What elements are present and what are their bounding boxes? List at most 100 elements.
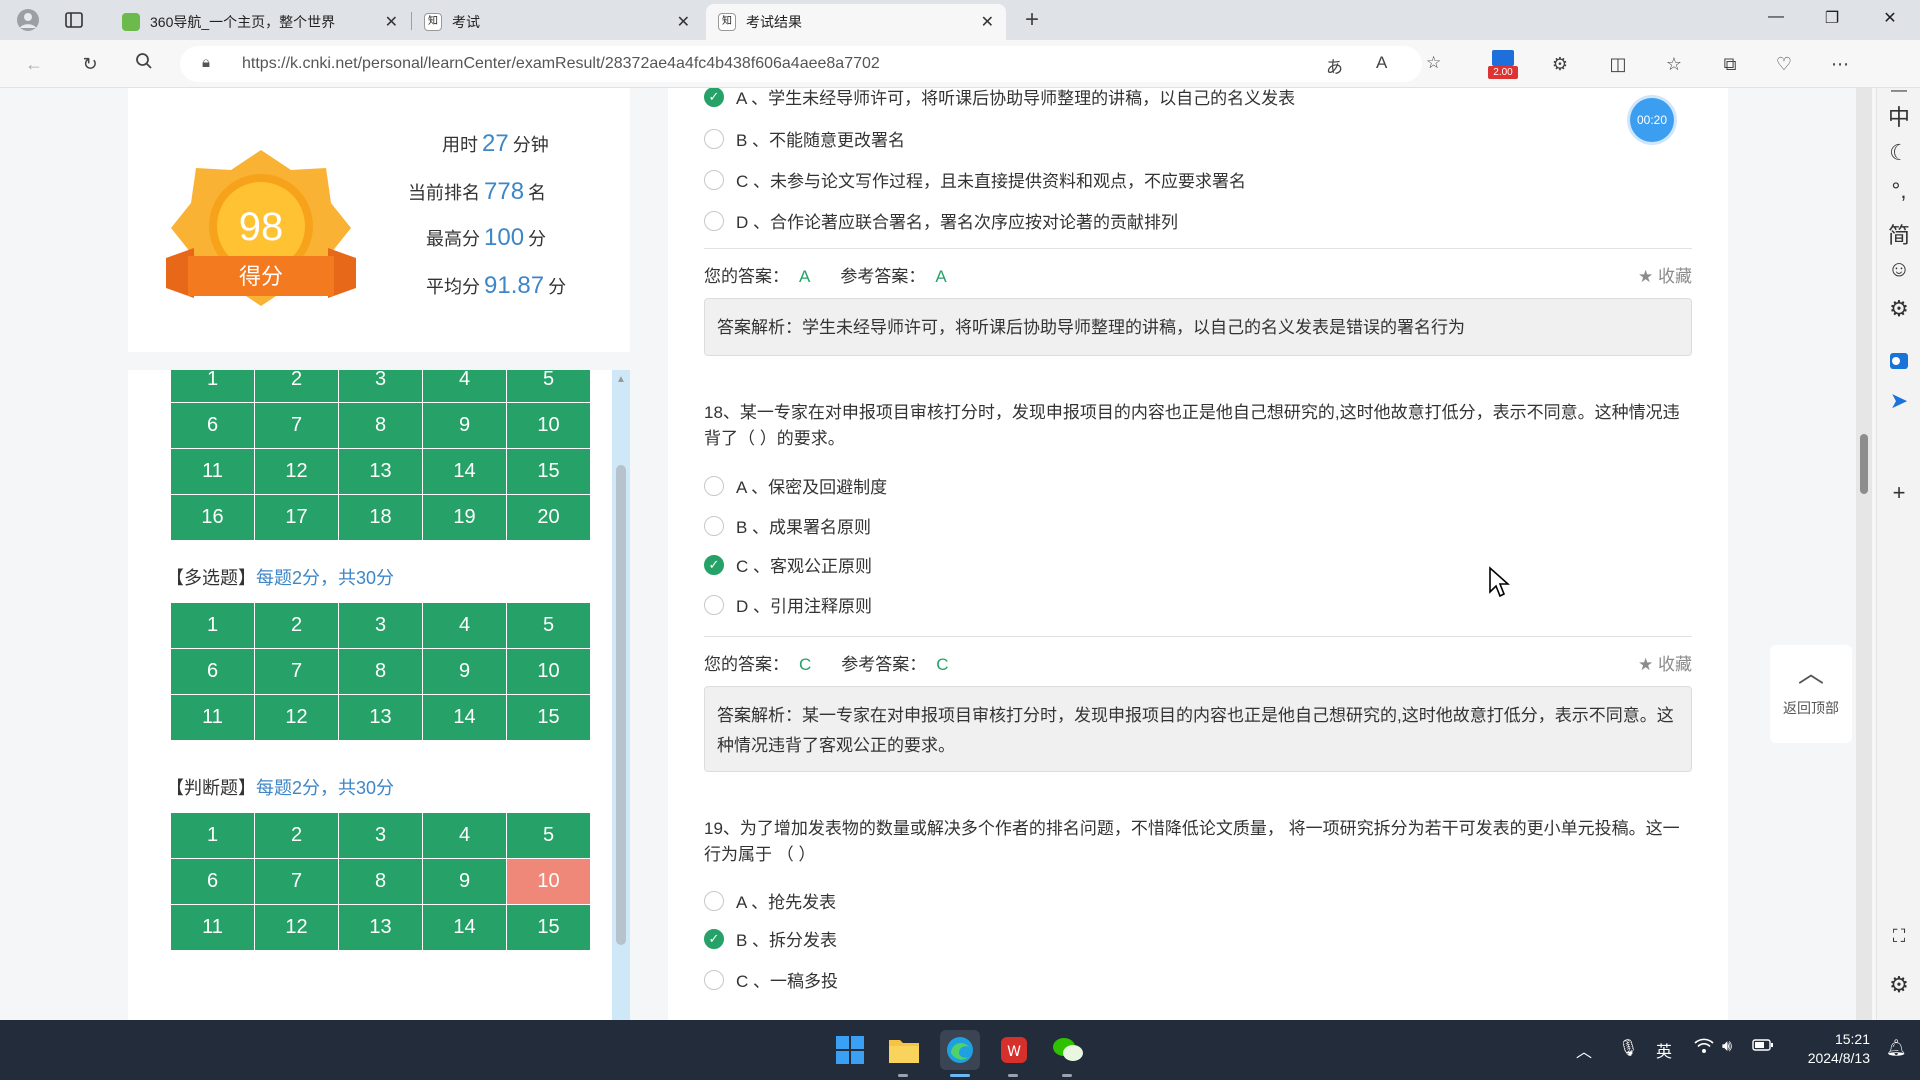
lock-icon[interactable]: 🔒︎ [202,54,210,71]
tab-actions-icon[interactable] [60,6,88,34]
question-nav-cell[interactable]: 10 [507,649,591,695]
question-nav-cell[interactable]: 15 [507,695,591,741]
question-nav-cell[interactable]: 18 [339,495,423,541]
back-to-top-button[interactable]: ︿ 返回顶部 [1770,645,1852,743]
tray-chevron-up-icon[interactable]: ︿ [1576,1038,1592,1062]
question-nav-cell[interactable]: 8 [339,649,423,695]
question-nav-cell[interactable]: 8 [339,403,423,449]
more-menu-icon[interactable]: ⋯ [1826,52,1854,76]
q17-option-a[interactable]: ✓ A 、学生未经导师许可，将听课后协助导师整理的讲稿，以自己的名义发表 [704,88,1295,109]
wps-office-icon[interactable]: W [994,1030,1034,1070]
question-nav-cell[interactable]: 20 [507,495,591,541]
q18-option-a[interactable]: A 、保密及回避制度 [704,473,887,498]
question-nav-cell[interactable]: 15 [507,449,591,495]
favorite-button[interactable]: ★ 收藏 [1638,650,1692,675]
favorite-button[interactable]: ★ 收藏 [1638,262,1692,287]
read-aloud-icon[interactable]: A [1376,53,1387,73]
restore-icon[interactable]: ❐ [1812,8,1852,28]
question-nav-cell[interactable]: 8 [339,859,423,905]
question-nav-cell[interactable]: 11 [171,695,255,741]
question-nav-cell[interactable]: 10 [507,859,591,905]
question-nav-cell[interactable]: 4 [423,370,507,403]
scroll-up-icon[interactable]: ▲ [616,374,626,385]
checked-radio-icon[interactable]: ✓ [704,88,724,107]
question-nav-cell[interactable]: 14 [423,905,507,951]
question-nav-cell[interactable]: 13 [339,905,423,951]
question-nav-cell[interactable]: 2 [255,603,339,649]
question-nav-cell[interactable]: 15 [507,905,591,951]
close-tab-icon[interactable]: ✕ [981,12,994,32]
question-nav-cell[interactable]: 4 [423,603,507,649]
ime-simplified-icon[interactable]: 简 [1877,218,1920,250]
question-nav-cell[interactable]: 4 [423,813,507,859]
extension-badge[interactable]: 2.00 [1488,50,1518,80]
radio-icon[interactable] [704,128,724,149]
question-nav-cell[interactable]: 1 [171,813,255,859]
q18-option-d[interactable]: D 、引用注释原则 [704,592,872,617]
question-nav-cell[interactable]: 6 [171,403,255,449]
address-bar[interactable]: 🔒︎ https://k.cnki.net/personal/learnCent… [180,46,1441,82]
question-nav-cell[interactable]: 1 [171,370,255,403]
checked-radio-icon[interactable]: ✓ [704,554,724,575]
microphone-icon[interactable]: 🎙︎ [1618,1038,1638,1058]
q17-option-b[interactable]: B 、不能随意更改署名 [704,126,905,151]
q19-option-b[interactable]: ✓ B 、拆分发表 [704,926,837,951]
collections-icon[interactable]: ⧉ [1716,52,1744,76]
question-nav-cell[interactable]: 7 [255,859,339,905]
question-nav-cell[interactable]: 13 [339,695,423,741]
tab-exam[interactable]: 知 考试 ✕ [412,4,702,40]
question-nav-cell[interactable]: 16 [171,495,255,541]
question-nav-cell[interactable]: 12 [255,695,339,741]
question-nav-cell[interactable]: 14 [423,695,507,741]
wifi-icon[interactable] [1694,1038,1714,1059]
browser-essentials-icon[interactable]: ♡ [1770,52,1798,76]
radio-icon[interactable] [704,169,724,190]
translate-icon[interactable]: あ [1326,53,1343,78]
question-nav-cell[interactable]: 9 [423,859,507,905]
question-nav-cell[interactable]: 5 [507,813,591,859]
refresh-icon[interactable]: ↻ [76,52,104,76]
question-nav-cell[interactable]: 19 [423,495,507,541]
radio-icon[interactable] [704,594,724,615]
radio-icon[interactable] [704,475,724,496]
question-nav-cell[interactable]: 6 [171,649,255,695]
question-nav-cell[interactable]: 1 [171,603,255,649]
outlook-icon[interactable] [1877,350,1920,378]
question-nav-cell[interactable]: 12 [255,449,339,495]
question-nav-cell[interactable]: 11 [171,449,255,495]
radio-icon[interactable] [704,969,724,990]
panel-scrollbar[interactable]: ▲ ▼ [612,370,630,1020]
notification-bell-icon[interactable]: 🔔︎ [1886,1038,1906,1058]
file-explorer-icon[interactable] [884,1030,924,1070]
close-tab-icon[interactable]: ✕ [677,12,690,32]
question-nav-cell[interactable]: 12 [255,905,339,951]
sidebar-settings-icon[interactable]: ⚙ [1877,972,1920,998]
moon-icon[interactable]: ☾ [1877,140,1920,166]
question-nav-cell[interactable]: 3 [339,813,423,859]
minimize-icon[interactable]: — [1756,8,1796,26]
favorites-icon[interactable]: ☆ [1660,52,1688,76]
favorite-star-icon[interactable]: ☆ [1426,53,1441,73]
tab-360-nav[interactable]: 360导航_一个主页，整个世界 ✕ [110,4,410,40]
minus-icon[interactable]: — [1877,82,1920,100]
tab-exam-result[interactable]: 知 考试结果 ✕ [706,4,1006,40]
radio-icon[interactable] [704,515,724,536]
url-text[interactable]: https://k.cnki.net/personal/learnCenter/… [242,55,880,73]
start-windows-icon[interactable] [830,1030,870,1070]
radio-icon[interactable] [704,210,724,231]
q19-option-a[interactable]: A 、抢先发表 [704,888,836,913]
emoji-icon[interactable]: ☺ [1877,256,1920,282]
q17-option-c[interactable]: C 、未参与论文写作过程，且未直接提供资料和观点，不应要求署名 [704,167,1246,192]
system-clock[interactable]: 15:21 2024/8/13 [1786,1030,1870,1068]
add-sidebar-icon[interactable]: + [1877,480,1920,506]
screenshot-icon[interactable]: ⛶ [1877,926,1920,947]
profile-icon[interactable] [14,6,42,34]
question-nav-cell[interactable]: 5 [507,370,591,403]
question-nav-cell[interactable]: 7 [255,403,339,449]
settings-gear-icon[interactable]: ⚙ [1877,296,1920,322]
new-tab-icon[interactable]: + [1018,6,1046,34]
radio-icon[interactable] [704,890,724,911]
checked-radio-icon[interactable]: ✓ [704,928,724,949]
question-nav-cell[interactable]: 7 [255,649,339,695]
punctuation-icon[interactable]: °, [1877,178,1920,204]
